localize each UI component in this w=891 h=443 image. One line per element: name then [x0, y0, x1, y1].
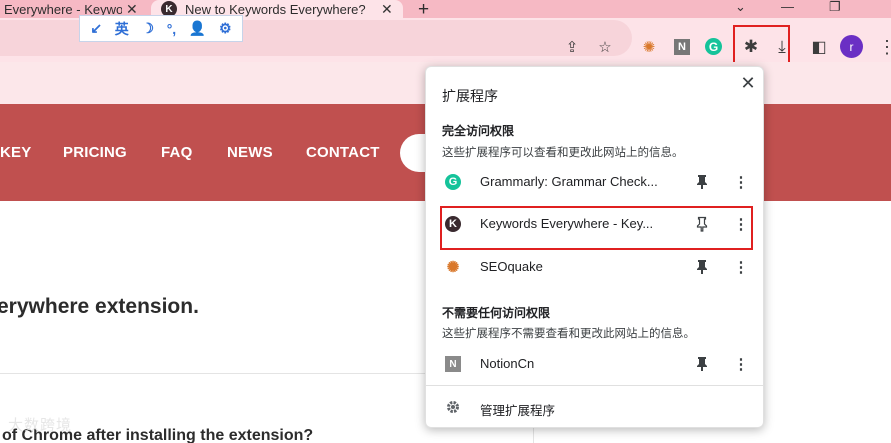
- more-options-icon[interactable]: ⋮: [734, 354, 749, 374]
- extension-name: SEOquake: [480, 259, 543, 274]
- ime-language-icon[interactable]: 英: [115, 19, 129, 39]
- more-options-icon[interactable]: ⋮: [734, 257, 749, 277]
- seoquake-icon: ✺: [446, 259, 460, 276]
- close-icon[interactable]: ✕: [737, 72, 759, 94]
- share-icon[interactable]: ⇪: [561, 36, 583, 58]
- more-options-icon[interactable]: ⋮: [734, 172, 749, 192]
- manage-extensions-button[interactable]: 管理扩展程序: [426, 392, 763, 424]
- seoquake-extension-icon[interactable]: ✺: [638, 36, 660, 58]
- extension-row-grammarly[interactable]: G Grammarly: Grammar Check... ⋮: [426, 165, 763, 199]
- browser-menu-icon[interactable]: ⋮: [876, 36, 891, 58]
- no-access-description: 这些扩展程序不需要查看和更改此网站上的信息。: [442, 328, 695, 340]
- nav-link-news[interactable]: NEWS: [227, 144, 273, 161]
- nav-link-pricing[interactable]: PRICING: [63, 144, 127, 161]
- ime-punctuation-icon[interactable]: °,: [167, 21, 177, 37]
- full-access-description: 这些扩展程序可以查看和更改此网站上的信息。: [442, 147, 684, 159]
- popup-divider: [426, 385, 763, 386]
- tab-search-icon[interactable]: ⌄: [735, 0, 746, 14]
- restore-icon[interactable]: ❐: [829, 0, 841, 14]
- manage-extensions-label: 管理扩展程序: [480, 404, 556, 418]
- pin-icon[interactable]: [692, 257, 712, 277]
- notion-extension-icon[interactable]: N: [674, 39, 690, 55]
- no-access-title: 不需要任何访问权限: [442, 306, 551, 320]
- extension-name: NotionCn: [480, 356, 535, 371]
- profile-avatar[interactable]: r: [840, 35, 863, 58]
- ime-arrow-icon[interactable]: ↙: [90, 20, 102, 37]
- grammarly-icon: G: [445, 174, 461, 190]
- popup-title: 扩展程序: [442, 88, 498, 104]
- extensions-popup: 扩展程序 ✕ 完全访问权限 这些扩展程序可以查看和更改此网站上的信息。 G Gr…: [425, 66, 764, 428]
- pin-icon[interactable]: [692, 354, 712, 374]
- notion-icon: N: [445, 356, 461, 372]
- full-access-title: 完全访问权限: [442, 124, 515, 138]
- ime-user-icon[interactable]: 👤: [189, 20, 206, 37]
- extension-name: Grammarly: Grammar Check...: [480, 174, 658, 189]
- ime-settings-icon[interactable]: ⚙: [219, 20, 232, 37]
- nav-link-key[interactable]: KEY: [0, 144, 31, 161]
- close-tab-icon[interactable]: ✕: [381, 0, 393, 18]
- page-heading: erywhere extension.: [0, 295, 199, 318]
- ime-moon-icon[interactable]: ☽: [141, 20, 154, 37]
- watermark: 大数跨境: [8, 417, 73, 434]
- pin-icon[interactable]: [692, 172, 712, 192]
- nav-link-contact[interactable]: CONTACT: [306, 144, 380, 161]
- ime-toolbar: ↙ 英 ☽ °, 👤 ⚙: [79, 15, 243, 42]
- gear-icon: [445, 399, 461, 415]
- bookmark-star-icon[interactable]: ☆: [594, 36, 616, 58]
- nav-link-faq[interactable]: FAQ: [161, 144, 192, 161]
- grammarly-extension-icon[interactable]: G: [705, 38, 722, 55]
- extensions-button-highlight: [733, 25, 790, 64]
- keywords-everywhere-highlight: [440, 206, 753, 250]
- side-panel-icon[interactable]: ◧: [808, 36, 830, 58]
- minimize-icon[interactable]: —: [781, 0, 794, 14]
- extension-row-notioncn[interactable]: N NotionCn ⋮: [426, 347, 763, 381]
- extension-row-seoquake[interactable]: ✺ SEOquake ⋮: [426, 250, 763, 284]
